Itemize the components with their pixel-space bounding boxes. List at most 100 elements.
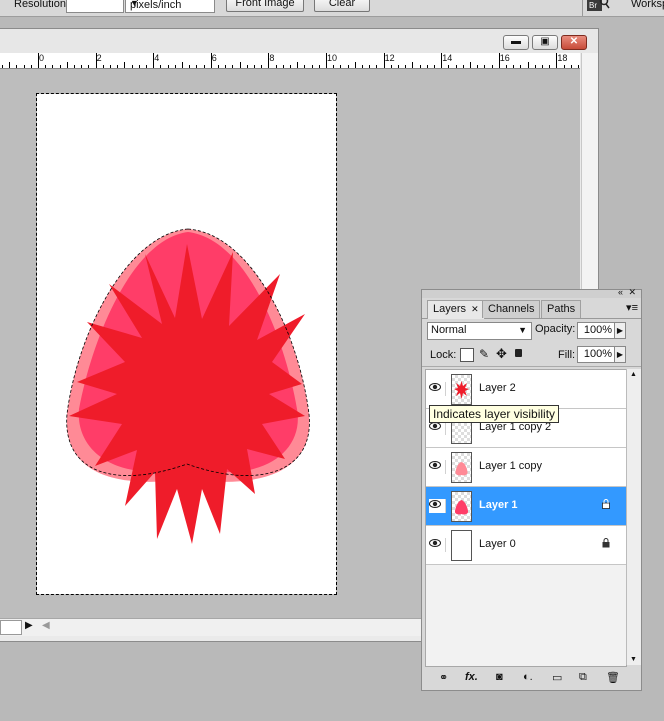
strawberry-artwork [66, 228, 310, 544]
eye-icon[interactable] [429, 499, 446, 513]
ruler-tick [491, 65, 493, 68]
ruler-tick [9, 62, 11, 68]
ruler-number: 16 [499, 53, 510, 63]
ruler-tick [102, 65, 104, 68]
link-icon[interactable]: ⚭ [439, 671, 448, 684]
trash-icon[interactable]: 🗑 [606, 671, 620, 684]
opacity-input[interactable]: 100% [577, 322, 615, 339]
lock-brush-icon[interactable]: ✎ [479, 347, 489, 361]
ruler-tick [66, 62, 68, 68]
bridge-icon[interactable]: Br [586, 0, 610, 13]
eye-icon[interactable] [429, 538, 446, 552]
front-image-button[interactable]: Front Image [226, 0, 304, 12]
ruler-tick [174, 65, 176, 68]
document-canvas[interactable] [36, 93, 337, 595]
ruler-number: 4 [154, 53, 160, 63]
ruler-tick [261, 65, 263, 68]
folder-icon[interactable]: ▭ [552, 671, 562, 684]
close-tab-icon[interactable]: ✕ [471, 304, 479, 314]
scroll-up-icon[interactable]: ▲ [630, 371, 637, 378]
maximize-button[interactable]: ▣ [532, 35, 558, 50]
ruler-number: 8 [269, 53, 275, 63]
ruler-tick [117, 65, 119, 68]
ruler-tick [340, 65, 342, 68]
chevron-down-icon: ▼ [518, 325, 527, 335]
ruler-tick [146, 65, 147, 68]
ruler-tick [390, 65, 392, 68]
clear-button[interactable]: Clear [314, 0, 370, 12]
ruler-tick [81, 65, 83, 68]
ruler-tick [297, 62, 299, 68]
units-select[interactable]: pixels/inch ▼ [125, 0, 215, 13]
adjustment-icon[interactable]: ◐. [523, 671, 533, 683]
minimize-button[interactable]: ▬ [503, 35, 529, 50]
ruler-tick [318, 65, 320, 68]
ruler-tick [131, 65, 133, 68]
divider [582, 0, 583, 16]
arrow-left-icon[interactable]: ◀ [42, 620, 50, 631]
blend-mode-select[interactable]: Normal ▼ [427, 322, 532, 340]
fill-stepper[interactable]: ▶ [614, 346, 626, 363]
layer-row-selected[interactable]: Layer 1 [426, 487, 626, 526]
ruler-tick [426, 65, 428, 68]
panel-menu-icon[interactable]: ▾≡ [626, 301, 638, 314]
ruler-tick [254, 65, 255, 68]
layer-thumbnail [451, 374, 472, 405]
workspace-menu[interactable]: Worksp [631, 0, 664, 10]
fx-icon[interactable]: fx. [465, 671, 478, 683]
lock-all-icon[interactable] [515, 349, 522, 357]
arrow-right-icon[interactable]: ▶ [25, 620, 33, 631]
layer-name[interactable]: Layer 2 [479, 382, 516, 394]
fill-label: Fill: [558, 349, 576, 361]
fill-input[interactable]: 100% [577, 346, 615, 363]
layer-row[interactable]: Layer 2 [426, 370, 626, 409]
ruler-tick [225, 65, 227, 68]
scroll-down-icon[interactable]: ▼ [630, 656, 637, 663]
resolution-input[interactable] [66, 0, 124, 13]
layers-scrollbar[interactable]: ▲ ▼ [626, 369, 641, 665]
lock-move-icon[interactable]: ✥ [496, 346, 507, 362]
close-button[interactable]: ✕ [561, 35, 587, 50]
close-icon[interactable]: ✕ [628, 287, 636, 298]
eye-icon[interactable] [429, 460, 446, 474]
panel-tabs: Layers ✕ Channels Paths ▾≡ [422, 298, 641, 319]
ruler-tick [326, 53, 327, 68]
tab-paths[interactable]: Paths [541, 300, 582, 318]
layer-name[interactable]: Layer 1 copy [479, 460, 542, 472]
layer-name[interactable]: Layer 1 [479, 499, 518, 511]
layer-thumbnail [451, 530, 472, 561]
layer-name[interactable]: Layer 0 [479, 538, 516, 550]
resolution-label: Resolution: [14, 0, 70, 10]
tab-layers[interactable]: Layers ✕ [427, 300, 485, 319]
ruler-tick [520, 65, 522, 68]
tab-channels[interactable]: Channels [482, 300, 541, 318]
ruler-tick [462, 65, 464, 68]
opacity-stepper[interactable]: ▶ [614, 322, 626, 339]
ruler-tick [498, 53, 500, 68]
ruler-tick [513, 65, 515, 68]
ruler-tick [95, 53, 97, 68]
new-layer-icon[interactable]: ⧉ [579, 671, 587, 684]
bridge-label: Br [589, 1, 597, 10]
ruler-tick [218, 65, 219, 68]
panel-handle[interactable]: « ✕ [422, 287, 641, 298]
layer-row[interactable]: Layer 0 [426, 526, 626, 565]
lock-transparent-icon[interactable] [460, 348, 474, 362]
eye-icon[interactable] [429, 421, 446, 435]
ruler-tick [441, 53, 443, 68]
mask-icon[interactable]: ◙ [496, 671, 503, 683]
ruler-tick [232, 65, 234, 68]
tab-channels-label: Channels [488, 303, 535, 315]
ruler-tick [434, 65, 435, 68]
collapse-icon[interactable]: « [618, 287, 623, 297]
status-box [0, 620, 22, 635]
ruler-tick [45, 65, 47, 68]
layer-row[interactable]: Layer 1 copy [426, 448, 626, 487]
blend-mode-value: Normal [431, 324, 467, 336]
ruler-number: 14 [442, 53, 453, 63]
ruler-tick [88, 65, 90, 68]
lock-label: Lock: [430, 349, 457, 361]
eye-icon[interactable] [429, 382, 446, 396]
ruler-tick [16, 65, 18, 68]
ruler-tick [570, 65, 572, 68]
